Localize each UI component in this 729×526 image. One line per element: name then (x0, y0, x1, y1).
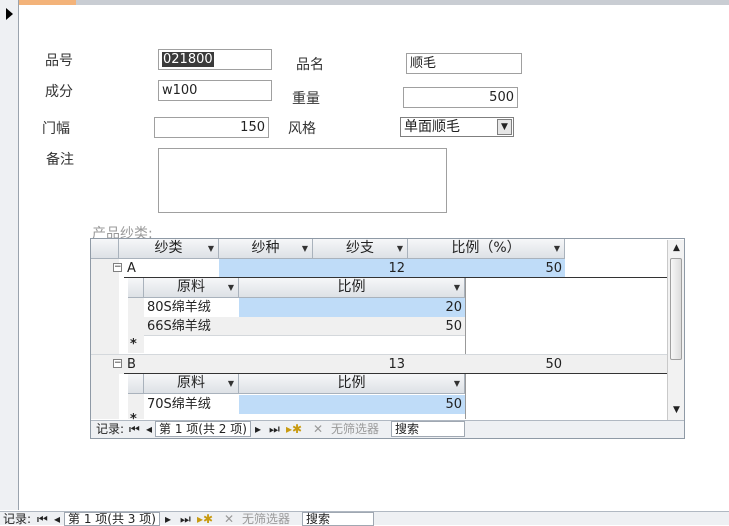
header-shazhong-label: 纱种 (251, 240, 280, 256)
group-a-yarn-count[interactable]: 12 (313, 259, 408, 278)
column-header-shazhong[interactable]: 纱种 ▼ (219, 239, 313, 259)
group-a-ratio[interactable]: 50 (408, 259, 565, 278)
new-record-icon[interactable]: ▸✱ (197, 512, 213, 526)
chevron-down-icon[interactable]: ▼ (208, 239, 214, 258)
prev-record-icon[interactable]: ◂ (146, 421, 152, 438)
first-record-icon[interactable]: ⏮ (37, 512, 48, 526)
nested-a-row1-material[interactable]: 80S绵羊绒 (144, 298, 239, 317)
subform-record-label: 记录: (96, 422, 125, 436)
subform-no-filter[interactable]: 无筛选器 (331, 421, 379, 438)
group-b-ratio[interactable]: 50 (408, 355, 565, 374)
nested-a-corner[interactable] (128, 278, 144, 298)
subform-navigation-bar: 记录: ⏮ ◂ 第 1 项(共 2 项) ▸ ⏭ ▸✱ ✕ 无筛选器 搜索 (91, 420, 684, 438)
scroll-up-icon[interactable]: ▲ (669, 241, 684, 256)
nested-a-header-material[interactable]: 原料 ▼ (144, 278, 239, 298)
nested-b-row1-ratio[interactable]: 50 (239, 395, 465, 414)
nested-a-header-material-label: 原料 (177, 279, 205, 295)
nested-b-corner[interactable] (128, 374, 144, 394)
scroll-thumb[interactable] (670, 258, 682, 360)
label-menfu: 门幅 (42, 121, 70, 137)
chevron-down-icon[interactable]: ▼ (497, 119, 512, 135)
main-navigation-bar: 记录: ⏮ ◂ 第 1 项(共 3 项) ▸ ⏭ ▸✱ ✕ 无筛选器 搜索 (0, 511, 729, 526)
group-b-yarn-type[interactable]: B (124, 355, 219, 374)
select-all-corner[interactable] (91, 239, 119, 259)
nested-a-row-line (144, 335, 465, 336)
main-no-filter[interactable]: 无筛选器 (242, 512, 290, 526)
nested-a-header-ratio[interactable]: 比例 ▼ (239, 278, 465, 298)
group-a-yarn-type[interactable]: A (124, 259, 219, 278)
nested-b-header-material-label: 原料 (177, 375, 205, 391)
fengge-select[interactable]: 单面顺毛 ▼ (400, 117, 514, 137)
prev-record-icon[interactable]: ◂ (54, 512, 60, 526)
next-record-icon[interactable]: ▸ (165, 512, 171, 526)
filter-icon: ✕ (224, 512, 235, 526)
nested-a-right-border (465, 278, 466, 354)
pinhao-input[interactable]: 021800 (158, 49, 272, 70)
nested-b-header-ratio-label: 比例 (337, 375, 366, 391)
chevron-down-icon[interactable]: ▼ (228, 278, 234, 297)
pinhao-value: 021800 (162, 52, 214, 67)
label-beizhu: 备注 (46, 152, 74, 168)
main-search-input[interactable]: 搜索 (302, 512, 374, 526)
column-header-bili[interactable]: 比例（%） ▼ (408, 239, 565, 259)
zhongliang-input[interactable]: 500 (403, 87, 518, 108)
scroll-down-icon[interactable]: ▼ (669, 403, 684, 418)
nested-a-new-row-marker[interactable]: * (128, 335, 144, 354)
nested-b-header-material[interactable]: 原料 ▼ (144, 374, 239, 394)
chevron-down-icon[interactable]: ▼ (454, 278, 460, 297)
main-record-position[interactable]: 第 1 项(共 3 项) (64, 512, 160, 526)
pinming-input[interactable]: 顺毛 (406, 53, 522, 74)
nested-b-row1-material[interactable]: 70S绵羊绒 (144, 395, 239, 414)
column-header-shazhi[interactable]: 纱支 ▼ (313, 239, 408, 259)
record-selector[interactable] (0, 0, 19, 510)
subform-search-input[interactable]: 搜索 (391, 421, 465, 437)
nested-a-header-ratio-label: 比例 (337, 279, 366, 295)
label-zhongliang: 重量 (292, 91, 320, 107)
chengfen-input[interactable]: w100 (158, 80, 272, 101)
current-record-arrow-icon (6, 8, 13, 20)
chevron-down-icon[interactable]: ▼ (302, 239, 308, 258)
label-chengfen: 成分 (45, 84, 73, 100)
row-selector-band (91, 259, 119, 419)
beizhu-textarea[interactable] (158, 148, 447, 213)
main-record-label: 记录: (3, 512, 32, 526)
header-bili-label: 比例（%） (451, 240, 521, 256)
subform-vertical-scrollbar[interactable]: ▲ ▼ (667, 240, 684, 420)
chevron-down-icon[interactable]: ▼ (554, 239, 560, 258)
header-shazhi-label: 纱支 (346, 240, 374, 256)
menfu-input[interactable]: 150 (154, 117, 269, 138)
nested-a-row2-ratio[interactable]: 50 (239, 317, 465, 336)
label-pinhao: 品号 (45, 53, 73, 69)
new-record-icon[interactable]: ▸✱ (286, 421, 302, 438)
last-record-icon[interactable]: ⏭ (180, 512, 191, 526)
window-top-strip (0, 0, 729, 5)
next-record-icon[interactable]: ▸ (255, 421, 261, 438)
nested-b-right-border (465, 374, 466, 419)
filter-icon: ✕ (313, 422, 324, 436)
group-b-yarn-count[interactable]: 13 (313, 355, 408, 374)
yarn-subform[interactable]: 纱类 ▼ 纱种 ▼ 纱支 ▼ 比例（%） ▼ − A 12 50 原料 ▼ 比例 ▼ 80S… (90, 238, 685, 439)
collapse-icon[interactable]: − (113, 359, 122, 368)
nested-a-row2-material[interactable]: 66S绵羊绒 (144, 317, 239, 336)
nested-a-row1-ratio[interactable]: 20 (239, 298, 465, 317)
collapse-icon[interactable]: − (113, 263, 122, 272)
chevron-down-icon[interactable]: ▼ (454, 374, 460, 393)
subform-record-position[interactable]: 第 1 项(共 2 项) (155, 421, 251, 437)
label-fengge: 风格 (288, 121, 316, 137)
label-pinming: 品名 (296, 57, 324, 73)
column-header-shalei[interactable]: 纱类 ▼ (119, 239, 219, 259)
fengge-value: 单面顺毛 (404, 119, 460, 135)
group-a-yarn-kind[interactable] (219, 259, 313, 278)
chevron-down-icon[interactable]: ▼ (397, 239, 403, 258)
chevron-down-icon[interactable]: ▼ (228, 374, 234, 393)
first-record-icon[interactable]: ⏮ (129, 421, 140, 438)
header-shalei-label: 纱类 (154, 240, 183, 256)
nested-b-header-ratio[interactable]: 比例 ▼ (239, 374, 465, 394)
last-record-icon[interactable]: ⏭ (269, 421, 280, 438)
